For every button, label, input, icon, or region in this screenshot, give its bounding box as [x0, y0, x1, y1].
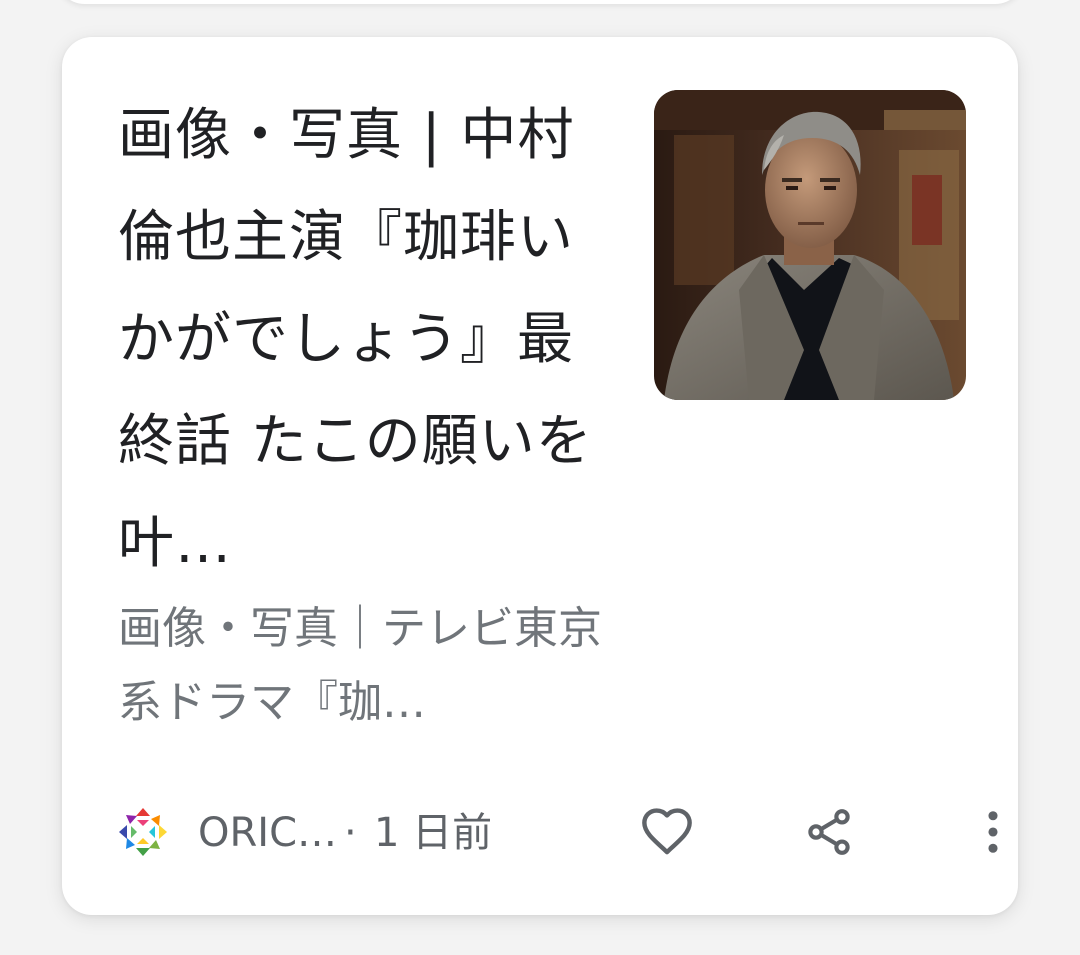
published-time: 1 日前 [374, 810, 493, 856]
previous-card-edge [55, 0, 1025, 4]
like-button[interactable] [632, 797, 702, 867]
heart-outline-icon [642, 808, 692, 855]
article-footer: ORIC… · 1 日前 [118, 797, 998, 867]
share-icon [808, 809, 850, 855]
more-options-button[interactable] [958, 797, 1028, 867]
meta-separator: · [344, 810, 357, 856]
more-vertical-icon [988, 811, 998, 853]
thumbnail-photo [654, 90, 966, 400]
share-button[interactable] [794, 797, 864, 867]
news-article-card[interactable]: 画像・写真 | 中村倫也主演『珈琲いかがでしょう』最終話 たこの願いを叶… 画像… [62, 37, 1018, 915]
source-logo-icon [118, 807, 168, 857]
article-snippet: 画像・写真｜テレビ東京系ドラマ『珈… [118, 603, 602, 728]
article-thumbnail[interactable] [654, 90, 966, 400]
article-title[interactable]: 画像・写真 | 中村倫也主演『珈琲いかがでしょう』最終話 たこの願いを叶… [118, 85, 618, 595]
source-name[interactable]: ORIC… [198, 809, 337, 857]
